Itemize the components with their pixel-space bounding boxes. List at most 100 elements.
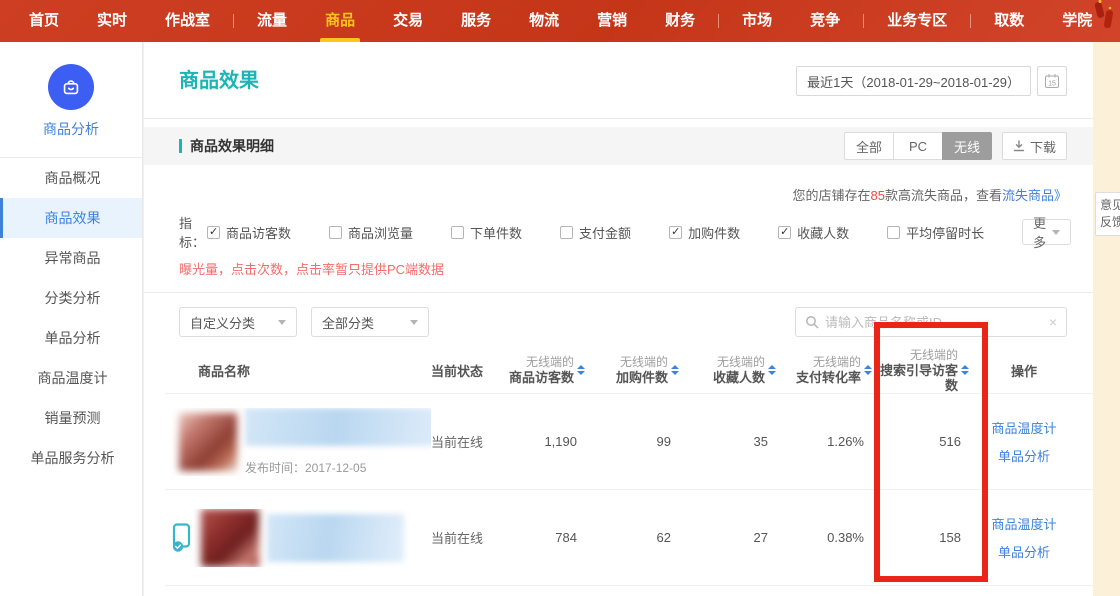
custom-category-dropdown[interactable]: 自定义分类: [179, 307, 297, 337]
metric-checkbox-product-views[interactable]: 商品浏览量: [329, 223, 413, 242]
metric-checkbox-favorites[interactable]: 收藏人数: [778, 223, 849, 242]
col-header-wireless-cart-items[interactable]: 无线端的加购件数: [587, 355, 681, 385]
product-search-box: ×: [795, 307, 1067, 337]
metric-label: 下单件数: [470, 223, 522, 242]
col-header-wireless-pay-conversion[interactable]: 无线端的支付转化率: [778, 355, 874, 385]
nav-item-product[interactable]: 商品: [306, 0, 374, 42]
col-header-current-status: 当前状态: [431, 361, 501, 380]
product-analysis-module-badge[interactable]: [48, 64, 94, 110]
nav-item-realtime[interactable]: 实时: [78, 0, 146, 42]
firecracker-decoration: [1092, 0, 1116, 34]
feedback-strip: 意见反馈: [1093, 42, 1120, 596]
calendar-button[interactable]: 15: [1037, 66, 1067, 96]
metric-checkbox-pay-amount[interactable]: 支付金额: [560, 223, 631, 242]
table-row: 发布时间：2017-12-05 当前在线 1,190 99 35 1.26% 5…: [165, 393, 1093, 489]
tab-pc[interactable]: PC: [893, 132, 943, 160]
tab-wireless[interactable]: 无线: [942, 132, 992, 160]
download-icon: [1013, 140, 1025, 152]
feedback-button[interactable]: 意见反馈: [1095, 192, 1120, 236]
nav-item-logistics[interactable]: 物流: [510, 0, 578, 42]
nav-item-finance[interactable]: 财务: [646, 0, 714, 42]
search-icon: [805, 315, 819, 329]
sidebar-item-single-item-analysis[interactable]: 单品分析: [0, 318, 142, 358]
wireless-cart-items-cell: 62: [587, 530, 681, 545]
nav-item-competition[interactable]: 竞争: [791, 0, 859, 42]
sidebar-item-abnormal-products[interactable]: 异常商品: [0, 238, 142, 278]
nav-item-war-room[interactable]: 作战室: [146, 0, 229, 42]
nav-item-business-zone[interactable]: 业务专区: [868, 0, 966, 42]
download-button[interactable]: 下载: [1002, 132, 1067, 160]
nav-divider: [970, 14, 971, 28]
product-name-blurred[interactable]: [267, 514, 404, 562]
wireless-favorites-cell: 35: [681, 434, 778, 449]
sidebar-item-product-thermometer[interactable]: 商品温度计: [0, 358, 142, 398]
more-metrics-button[interactable]: 更多: [1022, 219, 1071, 245]
bag-icon: [60, 76, 82, 98]
pc-only-note: 曝光量，点击次数，点击率暂只提供PC端数据: [144, 259, 1093, 278]
all-category-dropdown[interactable]: 全部分类: [311, 307, 429, 337]
sidebar-item-sales-forecast[interactable]: 销量预测: [0, 398, 142, 438]
calendar-icon: 15: [1044, 73, 1060, 89]
sort-icon[interactable]: [768, 365, 776, 375]
loss-product-link[interactable]: 流失商品》: [1002, 188, 1067, 203]
svg-text:15: 15: [1048, 81, 1056, 88]
col-header-wireless-favorites[interactable]: 无线端的收藏人数: [681, 355, 778, 385]
col-header-wireless-visitors[interactable]: 无线端的商品访客数: [501, 355, 587, 385]
col-sub-label: 无线端的: [796, 355, 861, 370]
single-item-analysis-link[interactable]: 单品分析: [998, 446, 1050, 465]
metric-checkbox-cart-items[interactable]: 加购件数: [669, 223, 740, 242]
metric-checkbox-product-visitors[interactable]: 商品访客数: [207, 223, 291, 242]
checkbox-icon: [778, 226, 791, 239]
metric-checkbox-avg-stay-time[interactable]: 平均停留时长: [887, 223, 984, 242]
sidebar-item-product-overview[interactable]: 商品概况: [0, 158, 142, 198]
nav-item-market[interactable]: 市场: [723, 0, 791, 42]
nav-divider: [718, 14, 719, 28]
product-cell: [165, 509, 431, 567]
section-divider: [144, 292, 1093, 293]
nav-item-traffic[interactable]: 流量: [238, 0, 306, 42]
metric-label: 加购件数: [688, 223, 740, 242]
filter-bar: 自定义分类 全部分类 ×: [144, 307, 1093, 337]
top-nav: 首页 实时 作战室 流量 商品 交易 服务 物流 营销 财务 市场 竞争 业务专…: [0, 0, 1120, 42]
search-input[interactable]: [825, 315, 1043, 330]
product-thumbnail-blurred[interactable]: [201, 509, 259, 567]
nav-item-homepage[interactable]: 首页: [10, 0, 78, 42]
notice-text: 您的店铺存在: [792, 188, 870, 203]
col-header-wireless-search-visitors[interactable]: 无线端的搜索引导访客数: [874, 348, 971, 393]
metric-label: 商品浏览量: [348, 223, 413, 242]
sidebar-module-title: 商品分析: [0, 119, 142, 139]
product-thumbnail-blurred[interactable]: [179, 413, 237, 471]
tab-all[interactable]: 全部: [844, 132, 894, 160]
nav-item-data-extract[interactable]: 取数: [975, 0, 1043, 42]
sort-icon[interactable]: [671, 365, 679, 375]
product-name-blurred[interactable]: [245, 408, 431, 446]
nav-item-service[interactable]: 服务: [442, 0, 510, 42]
nav-item-trade[interactable]: 交易: [374, 0, 442, 42]
sort-icon[interactable]: [961, 365, 969, 375]
sort-icon[interactable]: [577, 365, 585, 375]
single-item-analysis-link[interactable]: 单品分析: [998, 542, 1050, 561]
product-thermometer-link[interactable]: 商品温度计: [991, 418, 1056, 437]
wireless-search-visitors-cell: 158: [874, 530, 971, 545]
sort-icon[interactable]: [864, 365, 872, 375]
col-sub-label: 无线端的: [713, 355, 765, 370]
clear-search-icon[interactable]: ×: [1049, 315, 1057, 329]
section-title-wrap: 商品效果明细: [179, 136, 274, 156]
product-thermometer-link[interactable]: 商品温度计: [991, 514, 1056, 533]
notice-text2: 款高流失商品，查看: [885, 188, 1002, 203]
checkbox-icon: [560, 226, 573, 239]
date-range-button[interactable]: 最近1天（2018-01-29~2018-01-29）: [796, 66, 1031, 96]
col-label: 收藏人数: [713, 370, 765, 385]
table-row: 当前在线 784 62 27 0.38% 158 商品温度计 单品分析: [165, 489, 1093, 585]
wireless-pay-conversion-cell: 0.38%: [778, 530, 874, 545]
sidebar-item-item-service-analysis[interactable]: 单品服务分析: [0, 438, 142, 478]
nav-item-marketing[interactable]: 营销: [578, 0, 646, 42]
section-title: 商品效果明细: [190, 136, 274, 156]
checkbox-icon: [451, 226, 464, 239]
sidebar-item-category-analysis[interactable]: 分类分析: [0, 278, 142, 318]
metric-checkbox-order-items[interactable]: 下单件数: [451, 223, 522, 242]
main-content: 商品效果 最近1天（2018-01-29~2018-01-29） 15 商品效果…: [144, 42, 1093, 596]
wireless-search-visitors-cell: 516: [874, 434, 971, 449]
actions-cell: 商品温度计 单品分析: [971, 514, 1077, 561]
sidebar-item-product-effect[interactable]: 商品效果: [0, 198, 142, 238]
